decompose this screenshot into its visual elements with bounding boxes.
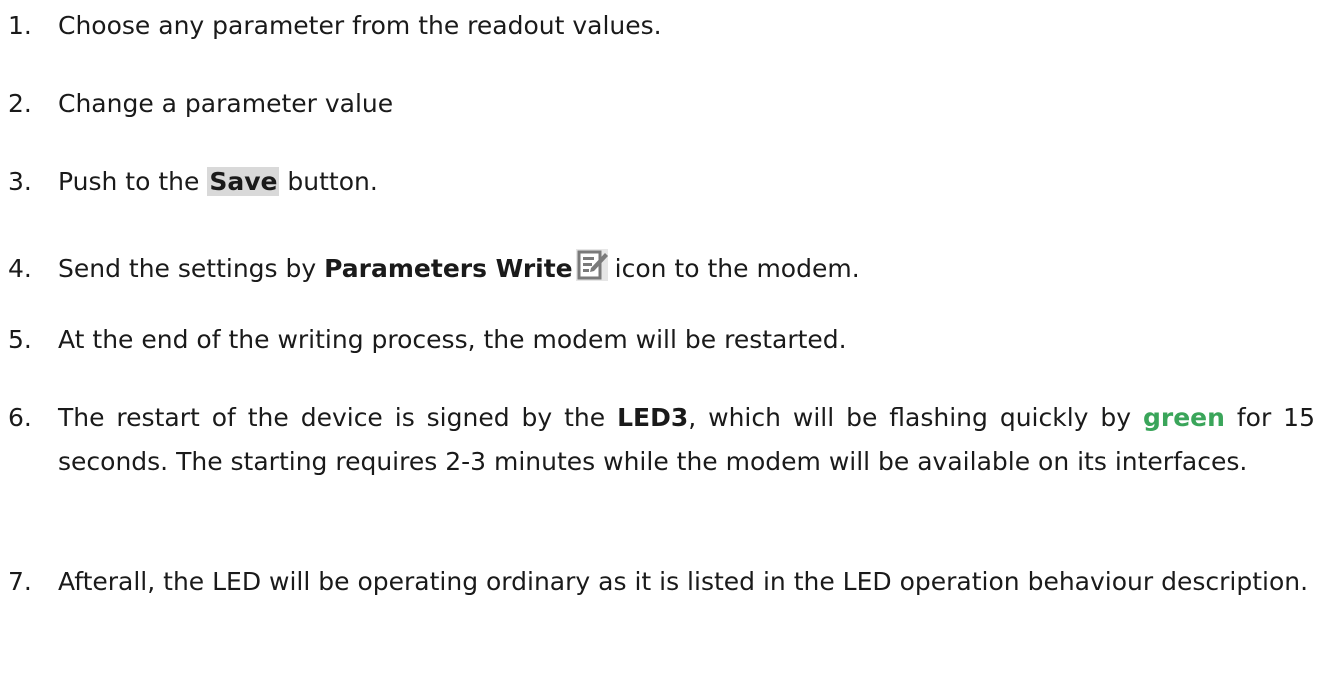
step-text-pre: Send the settings by — [58, 254, 325, 283]
save-label: Save — [207, 167, 280, 196]
step-text: Afterall, the LED will be operating ordi… — [58, 567, 1309, 596]
step-text-mid: , which will be flashing quickly by — [688, 403, 1143, 432]
list-item: 7. Afterall, the LED will be operating o… — [0, 560, 1315, 604]
list-item: 5. At the end of the writing process, th… — [0, 318, 1315, 362]
led3-label: LED3 — [617, 403, 689, 432]
edit-document-icon — [575, 248, 609, 282]
step-text: The restart of the device is signed by t… — [58, 396, 1315, 484]
step-number: 5. — [8, 325, 32, 354]
step-text-pre: Push to the — [58, 167, 208, 196]
parameters-write-label: Parameters Write — [324, 254, 573, 283]
step-text-post: icon to the modem. — [614, 254, 860, 283]
green-label: green — [1142, 403, 1225, 432]
list-item: 3. Push to the Save button. — [0, 160, 1315, 204]
step-text-pre: The restart of the device is signed by t… — [58, 403, 618, 432]
step-text: Change a parameter value — [58, 89, 394, 118]
step-number: 7. — [8, 567, 32, 596]
step-number: 6. — [8, 403, 32, 432]
step-text: At the end of the writing process, the m… — [58, 325, 847, 354]
list-item: 1. Choose any parameter from the readout… — [0, 4, 1315, 48]
step-text: Choose any parameter from the readout va… — [58, 11, 662, 40]
step-number: 4. — [8, 254, 32, 283]
step-text: Push to the Save button. — [58, 160, 1315, 204]
step-number: 2. — [8, 89, 32, 118]
list-item: 6. The restart of the device is signed b… — [0, 396, 1315, 484]
step-text: Send the settings by Parameters Write ic… — [58, 247, 1315, 291]
list-item: 4. Send the settings by Parameters Write… — [0, 247, 1315, 291]
step-text-post: button. — [279, 167, 378, 196]
list-item: 2. Change a parameter value — [0, 82, 1315, 126]
step-number: 1. — [8, 11, 32, 40]
step-number: 3. — [8, 167, 32, 196]
